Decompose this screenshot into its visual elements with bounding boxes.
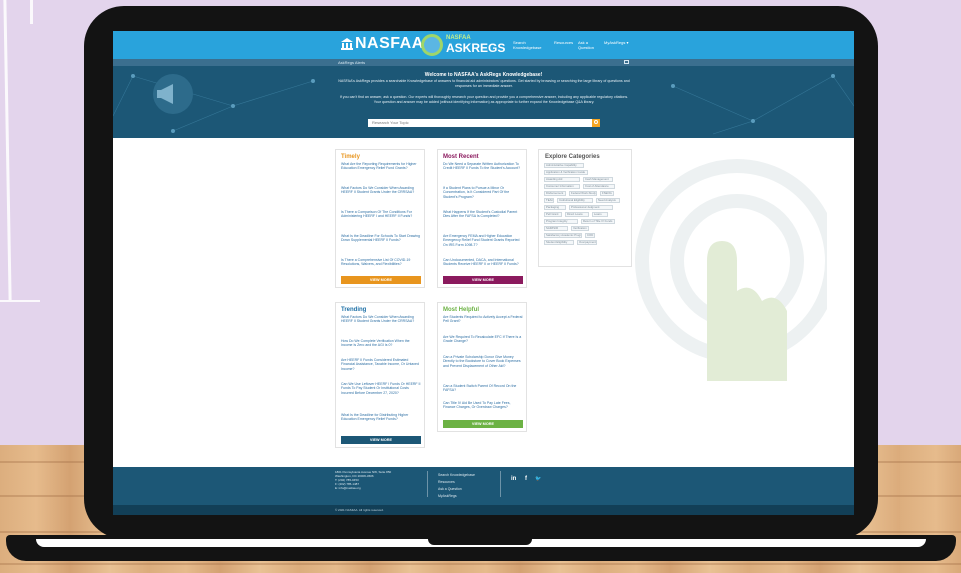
category-tag[interactable]: Pell Grant — [544, 212, 562, 217]
category-tag[interactable]: SAR/ISIR — [544, 226, 568, 231]
copyright-text: © 2021 NASFAA. All rights reserved. — [335, 508, 384, 512]
footer-link-myaskregs[interactable]: MyAskRegs — [438, 493, 475, 500]
helpful-view-more-button[interactable]: VIEW MORE — [443, 420, 523, 428]
trending-question[interactable]: Are HEERF II Funds Considered Estimated … — [341, 358, 421, 371]
timely-question[interactable]: What Factors Do We Consider When Awardin… — [341, 186, 421, 195]
trending-question[interactable]: What Factors Do We Consider When Awardin… — [341, 315, 421, 324]
helpful-question[interactable]: Can Title IV Aid Be Used To Pay Late Fee… — [443, 401, 523, 410]
timely-question[interactable]: Is There a Comparison Of The Conditions … — [341, 210, 421, 219]
linkedin-icon[interactable]: in — [511, 476, 516, 482]
alerts-label[interactable]: AskRegs Alerts — [338, 60, 365, 65]
footer-links: Search Knowledgebase Resources Ask a Que… — [438, 472, 475, 500]
category-tag[interactable]: Student Eligibility — [544, 240, 574, 245]
helpful-title: Most Helpful — [443, 307, 479, 313]
helpful-card: Most Helpful Are Students Required to Ac… — [437, 302, 527, 432]
timely-view-more-button[interactable]: VIEW MORE — [341, 276, 421, 284]
category-tag[interactable]: Program Integrity — [544, 219, 578, 224]
hero-ask-text: If you can't find an answer, ask a quest… — [339, 95, 629, 104]
nav-search[interactable]: Search Knowledgebase — [513, 40, 543, 50]
copyright-bar: © 2021 NASFAA. All rights reserved. — [113, 505, 854, 515]
helpful-question[interactable]: Can a Student Switch Parent Of Record On… — [443, 384, 523, 393]
recent-question[interactable]: Do We Need a Separate Written Authorizat… — [443, 162, 523, 171]
hand-watermark-icon — [635, 159, 827, 381]
footer-divider — [500, 471, 501, 497]
helpful-question[interactable]: Are We Required To Recalculate EFC If Th… — [443, 335, 523, 344]
category-tag[interactable]: FSEOG — [600, 191, 614, 196]
trending-question[interactable]: Can We Use Leftover HEERF I Funds Or HEE… — [341, 382, 421, 395]
twitter-icon[interactable]: 🐦 — [535, 476, 541, 482]
timely-question[interactable]: What Is the Deadline For Schools To Star… — [341, 234, 421, 243]
categories-title: Explore Categories — [545, 154, 600, 160]
timely-question[interactable]: What Are the Reporting Requirements for … — [341, 162, 421, 171]
category-tag[interactable]: Professional Judgment — [569, 205, 613, 210]
trending-title: Trending — [341, 307, 367, 313]
categories-card: Explore Categories Administrative Capabi… — [538, 149, 632, 267]
recent-view-more-button[interactable]: VIEW MORE — [443, 276, 523, 284]
category-tag[interactable]: Institutional Eligibility — [557, 198, 593, 203]
recent-title: Most Recent — [443, 154, 479, 160]
category-tag[interactable]: Loans — [592, 212, 608, 217]
search-button[interactable] — [592, 119, 600, 127]
search-icon — [594, 120, 598, 124]
trending-view-more-button[interactable]: VIEW MORE — [341, 436, 421, 444]
footer-address: 1801 Pennsylvania Avenue NW, Suite 850 W… — [335, 470, 392, 490]
site-footer: 1801 Pennsylvania Avenue NW, Suite 850 W… — [113, 467, 854, 505]
footer-link-ask[interactable]: Ask a Question — [438, 486, 475, 493]
category-tag[interactable]: Federal Work-Study — [569, 191, 597, 196]
category-tag[interactable]: Verification — [571, 226, 589, 231]
helpful-question[interactable]: Are Students Required to Actively Accept… — [443, 315, 523, 324]
timely-title: Timely — [341, 154, 360, 160]
chalk-line — [0, 300, 40, 302]
hero-banner: Welcome to NASFAA's AskRegs Knowledgebas… — [113, 66, 854, 138]
recent-card: Most Recent Do We Need a Separate Writte… — [437, 149, 527, 288]
footer-link-search[interactable]: Search Knowledgebase — [438, 472, 475, 479]
search-input[interactable]: Research Your Topic — [368, 119, 592, 127]
category-tag[interactable]: TEACH Grant — [544, 198, 554, 203]
category-tag[interactable]: Cash Management — [583, 177, 613, 182]
hero-intro: NASFAA's AskRegs provides a searchable K… — [338, 79, 630, 88]
category-tag[interactable]: Awarding Aid — [544, 177, 580, 182]
category-tag[interactable]: Satisfactory Academic Progress — [544, 233, 582, 238]
recent-question[interactable]: If a Student Plans to Pursue a Minor Or … — [443, 186, 523, 199]
category-tag[interactable]: Administrative Capability — [544, 163, 584, 168]
timely-card: Timely What Are the Reporting Requiremen… — [335, 149, 425, 288]
askregs-logo-icon — [421, 34, 443, 56]
nasfaa-logo[interactable]: NASFAA — [355, 35, 424, 53]
hero-title: Welcome to NASFAA's AskRegs Knowledgebas… — [424, 72, 543, 78]
footer-divider — [427, 471, 428, 497]
trending-question[interactable]: What Is the Deadline for Distributing Hi… — [341, 413, 421, 422]
category-tag[interactable]: Consumer Information — [544, 184, 580, 189]
alerts-icon[interactable] — [624, 60, 629, 64]
footer-link-resources[interactable]: Resources — [438, 479, 475, 486]
nav-myaskregs[interactable]: MyAskRegs ▾ — [604, 40, 628, 45]
nav-resources[interactable]: Resources — [554, 40, 573, 45]
site-header: NASFAA NASFAA ASKREGS Search Knowledgeba… — [113, 31, 854, 59]
askregs-logo[interactable]: ASKREGS — [446, 41, 505, 55]
recent-question[interactable]: Are Emergency FEMA and Higher Education … — [443, 234, 523, 247]
facebook-icon[interactable]: f — [525, 476, 527, 482]
alerts-bar: AskRegs Alerts — [113, 59, 854, 66]
category-tag[interactable]: Need Analysis — [596, 198, 620, 203]
category-tag[interactable]: Return of Title IV Funds — [581, 219, 615, 224]
search-placeholder: Research Your Topic — [372, 120, 409, 125]
trending-question[interactable]: How Do We Complete Verification When the… — [341, 339, 421, 348]
helpful-question[interactable]: Can a Private Scholarship Donor Give Mon… — [443, 355, 523, 368]
nav-ask-question[interactable]: Ask a Question — [578, 40, 594, 50]
category-tag[interactable]: Cost of Attendance — [583, 184, 615, 189]
recent-question[interactable]: Can Undocumented, DACA, and Internationa… — [443, 258, 523, 267]
chalk-line — [30, 0, 33, 24]
category-tag[interactable]: Disbursement — [544, 191, 566, 196]
laptop-notch — [428, 539, 532, 545]
trending-card: Trending What Factors Do We Consider Whe… — [335, 302, 425, 448]
timely-question[interactable]: Is There a Comprehensive List Of COVID-1… — [341, 258, 421, 267]
category-tag[interactable]: Overpayments — [577, 240, 597, 245]
recent-question[interactable]: What Happens If the Student's Custodial … — [443, 210, 523, 219]
browser-screen: NASFAA NASFAA ASKREGS Search Knowledgeba… — [113, 31, 854, 515]
category-tag[interactable]: Packaging — [544, 205, 566, 210]
category-tag[interactable]: COD — [585, 233, 595, 238]
category-tag[interactable]: Application & Verification Guide — [544, 170, 588, 175]
nasfaa-bank-icon — [341, 38, 353, 50]
category-tag[interactable]: Direct Loans — [565, 212, 589, 217]
